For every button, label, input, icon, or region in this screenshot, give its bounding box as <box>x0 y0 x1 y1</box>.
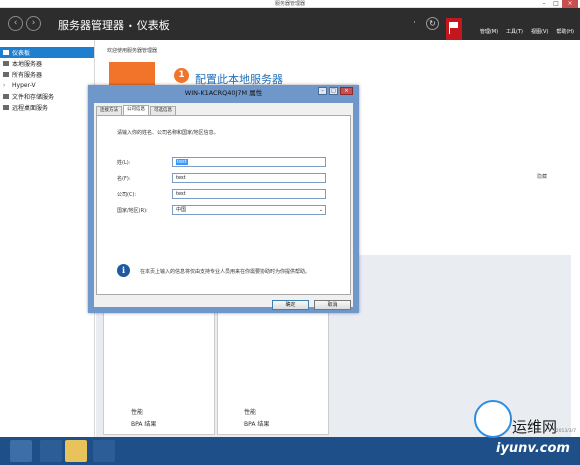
sidebar-item-hyper-v[interactable]: › Hyper-V <box>0 80 94 91</box>
tab-panel: 请输入你的姓名、公司名称和国家/地区信息。 姓(L): test 名(F): t… <box>96 115 351 295</box>
company-label: 公司(C): <box>117 192 137 198</box>
properties-dialog: WIN-K1ACRQ40J7M 属性 – □ × 连接方法 公司信息 可选信息 … <box>88 85 359 313</box>
window-controls: – □ × <box>538 0 578 8</box>
minimize-icon[interactable]: – <box>318 87 327 95</box>
welcome-heading: 欢迎使用服务器管理器 <box>107 48 158 54</box>
sidebar-item-all-servers[interactable]: 所有服务器 <box>0 69 94 80</box>
sidebar-item-dashboard[interactable]: 仪表板 <box>0 47 94 58</box>
watermark-logo-icon <box>474 400 512 438</box>
last-name-label: 姓(L): <box>117 160 131 166</box>
tab-company-info[interactable]: 公司信息 <box>123 105 149 115</box>
first-name-label: 名(F): <box>117 176 131 182</box>
dialog-tabs: 连接方法 公司信息 可选信息 <box>96 105 177 115</box>
hide-link[interactable]: 隐藏 <box>537 173 547 180</box>
title-bar: 服务器管理器 – □ × <box>0 0 580 8</box>
window-title: 服务器管理器 <box>274 1 305 7</box>
expand-arrow-icon[interactable]: › <box>3 83 9 89</box>
sidebar-item-remote-desktop[interactable]: 远程桌面服务 <box>0 102 94 113</box>
company-field[interactable]: test <box>172 189 326 199</box>
last-name-field[interactable]: test <box>172 157 326 167</box>
last-name-value: test <box>176 159 188 165</box>
sidebar-item-label: 远程桌面服务 <box>12 105 49 112</box>
menu-help[interactable]: 帮助(H) <box>556 28 574 35</box>
tile-performance[interactable]: 性能 <box>244 407 256 416</box>
menu-tools[interactable]: 工具(T) <box>506 28 523 35</box>
watermark-url: iyunv.com <box>496 441 570 456</box>
server-icon <box>3 61 9 66</box>
menu-manage[interactable]: 管理(M) <box>480 28 498 35</box>
breadcrumb: 服务器管理器 • 仪表板 <box>58 17 170 33</box>
sidebar-item-label: Hyper-V <box>12 82 36 89</box>
app-header: ‹ › 服务器管理器 • 仪表板 · ↻ 管理(M) 工具(T) 视图(V) 帮助(… <box>0 8 580 40</box>
sidebar-item-label: 文件和存储服务 <box>12 94 55 101</box>
servers-icon <box>3 72 9 77</box>
breadcrumb-root[interactable]: 服务器管理器 <box>58 19 124 32</box>
server-manager-taskbar-icon[interactable] <box>10 440 32 462</box>
chevron-down-icon[interactable]: ⌄ <box>319 206 323 214</box>
tile-performance[interactable]: 性能 <box>131 407 143 416</box>
cancel-button[interactable]: 取消 <box>314 300 351 310</box>
step-number-badge: 1 <box>174 68 189 83</box>
intro-text: 请输入你的姓名、公司名称和国家/地区信息。 <box>117 130 219 136</box>
clock-date: 2013/3/7 <box>555 429 576 434</box>
dialog-title: WIN-K1ACRQ40J7M 属性 <box>184 89 263 97</box>
dashboard-icon <box>3 50 9 55</box>
sidebar-item-file-storage[interactable]: 文件和存储服务 <box>0 91 94 102</box>
network-taskbar-icon[interactable] <box>93 440 115 462</box>
menu-view[interactable]: 视图(V) <box>531 28 548 35</box>
refresh-icon[interactable]: ↻ <box>426 17 439 30</box>
first-name-field[interactable]: test <box>172 173 326 183</box>
powershell-taskbar-icon[interactable] <box>40 440 62 462</box>
remote-desktop-icon <box>3 105 9 110</box>
storage-icon <box>3 94 9 99</box>
sidebar: 仪表板 本地服务器 所有服务器 › Hyper-V 文件和存储服务 远程桌面服务 <box>0 40 95 437</box>
minimize-icon[interactable]: – <box>538 0 550 8</box>
sidebar-item-label: 所有服务器 <box>12 72 43 79</box>
maximize-icon[interactable]: □ <box>329 87 338 95</box>
dialog-window-controls: – □ × <box>318 87 353 95</box>
breadcrumb-separator: • <box>128 21 133 31</box>
close-icon[interactable]: × <box>562 0 578 8</box>
ok-button[interactable]: 确定 <box>272 300 309 310</box>
notifications-flag-icon[interactable] <box>446 18 462 40</box>
sidebar-item-local-server[interactable]: 本地服务器 <box>0 58 94 69</box>
maximize-icon[interactable]: □ <box>550 0 562 8</box>
sidebar-item-label: 本地服务器 <box>12 61 43 68</box>
close-icon[interactable]: × <box>340 87 353 95</box>
tile-bpa-results[interactable]: BPA 结果 <box>131 419 156 428</box>
back-icon[interactable]: ‹ <box>8 16 23 31</box>
info-icon: i <box>117 264 130 277</box>
tile-bpa-results[interactable]: BPA 结果 <box>244 419 269 428</box>
tab-connection-method[interactable]: 连接方法 <box>96 106 122 115</box>
sidebar-item-label: 仪表板 <box>12 50 31 57</box>
country-label: 国家/地区(R): <box>117 208 148 214</box>
country-select[interactable]: 中国 ⌄ <box>172 205 326 215</box>
file-explorer-taskbar-icon[interactable] <box>65 440 87 462</box>
watermark-name: 运维网 <box>512 418 558 436</box>
separator-icon: · <box>413 18 416 28</box>
taskbar <box>0 437 580 465</box>
menu-bar: 管理(M) 工具(T) 视图(V) 帮助(H) <box>480 28 574 35</box>
breadcrumb-current: 仪表板 <box>136 19 170 32</box>
tab-optional-info[interactable]: 可选信息 <box>150 106 176 115</box>
country-value: 中国 <box>176 207 187 213</box>
forward-icon[interactable]: › <box>26 16 41 31</box>
info-text: 在本页上输入的信息将仅由支持专业人员用来在你需要协助时为你提供帮助。 <box>140 269 311 275</box>
